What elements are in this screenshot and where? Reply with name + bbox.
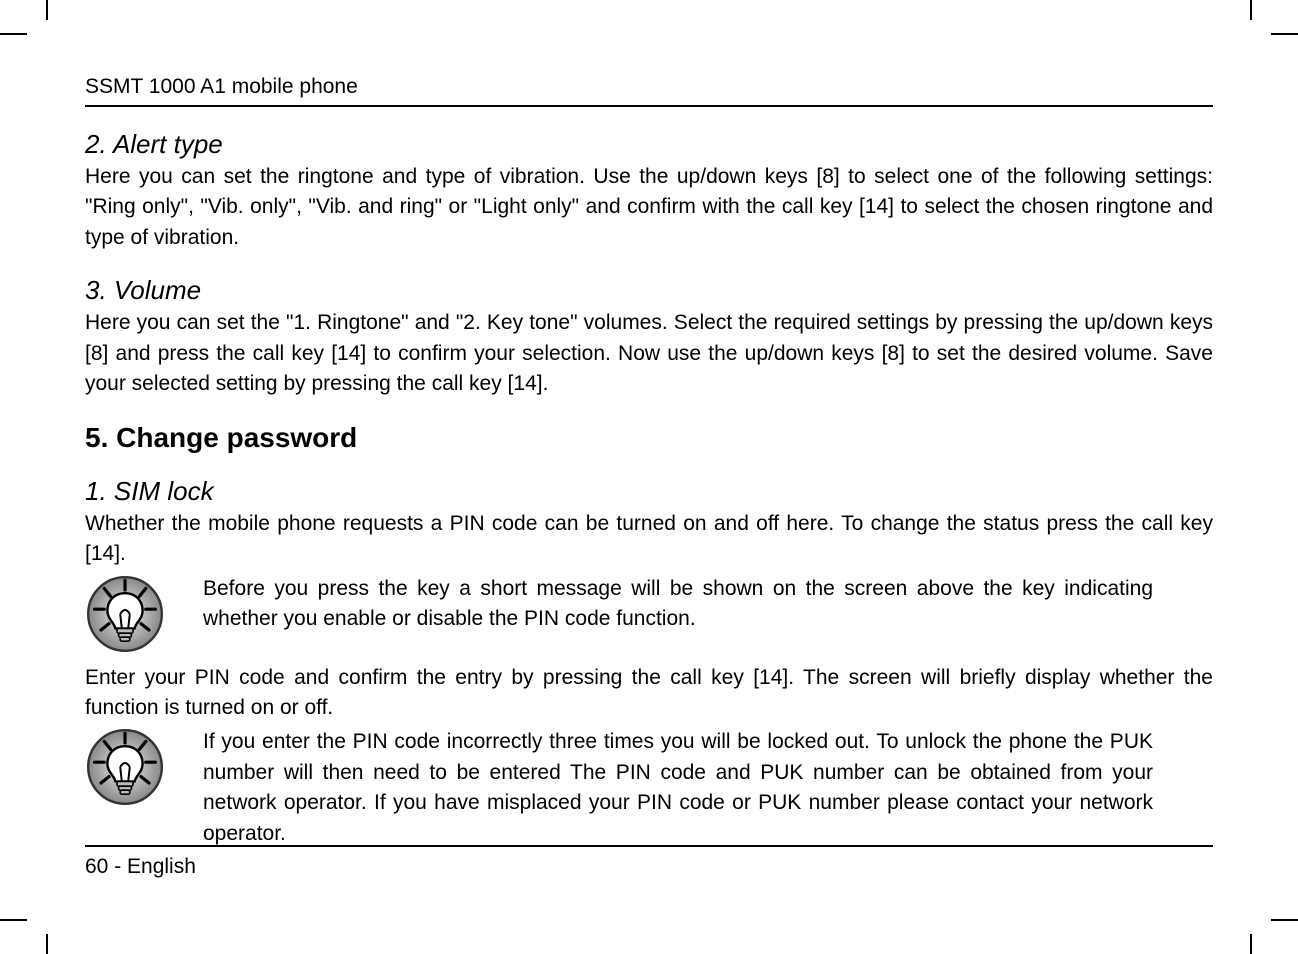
body-volume: Here you can set the "1. Ringtone" and "… [85, 308, 1213, 399]
note-text-1: Before you press the key a short message… [203, 574, 1213, 635]
page-number: 60 [85, 855, 108, 878]
body-alert-type: Here you can set the ringtone and type o… [85, 162, 1213, 253]
page-footer: 60 - English [85, 845, 1213, 879]
note-text-2: If you enter the PIN code incorrectly th… [203, 727, 1213, 849]
lightbulb-icon [85, 574, 165, 659]
heading-alert-type: 2. Alert type [85, 129, 1213, 160]
heading-sim-lock: 1. SIM lock [85, 476, 1213, 507]
heading-change-password: 5. Change password [85, 422, 1213, 454]
body-sim-lock-2: Enter your PIN code and confirm the entr… [85, 663, 1213, 724]
heading-volume: 3. Volume [85, 275, 1213, 306]
header-title: SSMT 1000 A1 mobile phone [85, 75, 358, 98]
lightbulb-icon [85, 727, 165, 812]
note-block-2: If you enter the PIN code incorrectly th… [85, 727, 1213, 849]
footer-language: English [127, 855, 196, 878]
page-content: SSMT 1000 A1 mobile phone 2. Alert type … [85, 75, 1213, 879]
footer-separator: - [108, 855, 127, 878]
page-header: SSMT 1000 A1 mobile phone [85, 75, 1213, 107]
note-block-1: Before you press the key a short message… [85, 574, 1213, 659]
body-sim-lock-1: Whether the mobile phone requests a PIN … [85, 509, 1213, 570]
